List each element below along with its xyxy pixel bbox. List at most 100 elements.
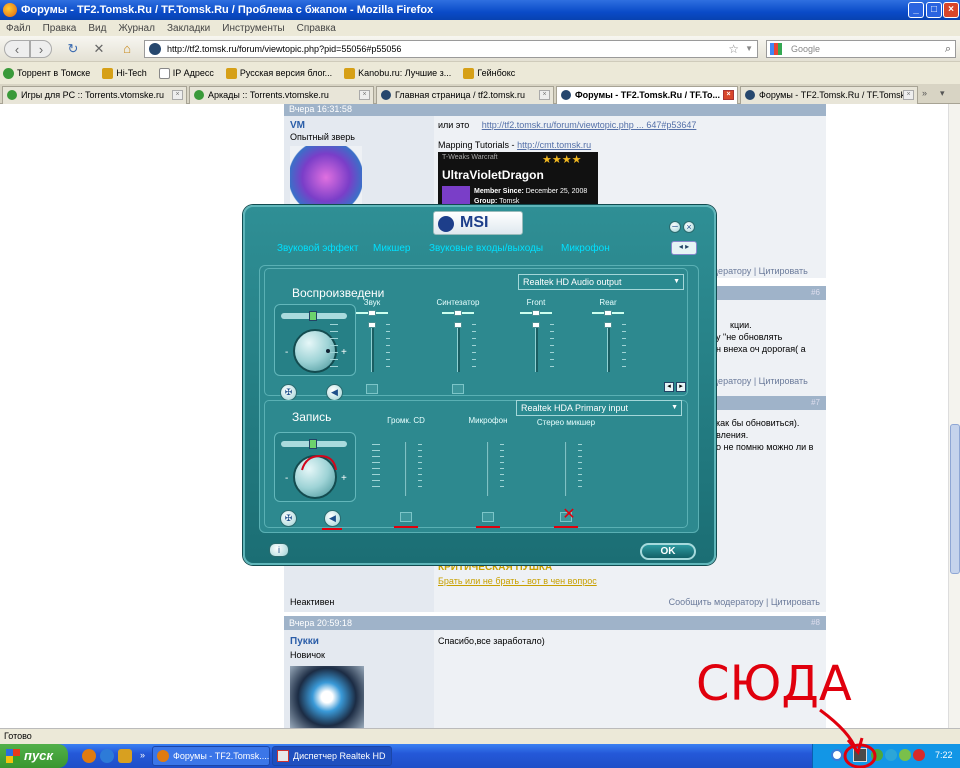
- signature-link[interactable]: Брать или не брать - вот в чен вопрос: [438, 576, 597, 586]
- taskbar-item-realtek[interactable]: Диспетчер Realtek HD: [272, 746, 392, 766]
- channel-volume-thumb[interactable]: [454, 322, 462, 328]
- forward-icon[interactable]: ›: [30, 40, 52, 58]
- tab-microphone[interactable]: Микрофон: [561, 243, 610, 254]
- menu-edit[interactable]: Правка: [43, 23, 77, 34]
- post-link[interactable]: http://tf2.tomsk.ru/forum/viewtopic.php …: [482, 120, 697, 130]
- channel-balance-thumb[interactable]: [368, 310, 376, 316]
- tab-close-icon[interactable]: ×: [539, 90, 550, 100]
- channel-prev-icon[interactable]: ◂: [664, 382, 674, 392]
- crossed-mute-icon[interactable]: ✕: [560, 506, 578, 524]
- tab-item[interactable]: Главная страница / tf2.tomsk.ru ×: [376, 86, 554, 104]
- bookmark-star-icon[interactable]: ☆: [728, 41, 739, 57]
- close-button[interactable]: ×: [943, 2, 959, 18]
- tab-mixer[interactable]: Микшер: [373, 243, 410, 254]
- close-icon[interactable]: ×: [683, 221, 695, 233]
- tab-close-icon[interactable]: ×: [903, 90, 914, 100]
- app-quicklaunch-icon[interactable]: [118, 749, 132, 763]
- firefox-quicklaunch-icon[interactable]: [82, 749, 96, 763]
- info-icon[interactable]: i: [269, 543, 289, 557]
- volume-minus-icon[interactable]: -: [285, 473, 288, 484]
- volume-minus-icon[interactable]: -: [285, 347, 288, 358]
- channel-volume-thumb[interactable]: [532, 322, 540, 328]
- url-dropdown-icon[interactable]: ▼: [745, 41, 753, 57]
- bookmark-item[interactable]: Русская версия блог...: [223, 67, 332, 79]
- tab-item[interactable]: Форумы - TF2.Tomsk.Ru / TF.Tomsk... ×: [740, 86, 918, 104]
- minimize-icon[interactable]: –: [669, 221, 681, 233]
- start-button[interactable]: пуск: [0, 744, 68, 768]
- stop-icon[interactable]: ✕: [90, 40, 108, 58]
- tray-app-icon[interactable]: [899, 749, 911, 761]
- channel-volume-track[interactable]: [371, 324, 374, 372]
- channel-volume-track[interactable]: [405, 442, 407, 496]
- channel-balance-thumb[interactable]: [604, 310, 612, 316]
- channel-volume-track[interactable]: [565, 442, 567, 496]
- tab-item[interactable]: Аркады :: Torrents.vtomske.ru ×: [189, 86, 374, 104]
- balance-thumb[interactable]: [309, 311, 317, 321]
- playback-mute-icon[interactable]: ◀: [326, 384, 343, 401]
- menu-help[interactable]: Справка: [297, 23, 336, 34]
- playback-device-select[interactable]: Realtek HD Audio output: [518, 274, 684, 290]
- channel-mute-icon[interactable]: [366, 384, 378, 394]
- tab-scroll-icon[interactable]: ◂ ▸: [671, 241, 697, 255]
- mixer-settings-icon[interactable]: ✠: [280, 510, 297, 527]
- bookmark-item[interactable]: Гейнбокс: [460, 67, 515, 79]
- tab-item-active[interactable]: Форумы - TF2.Tomsk.Ru / TF.To... ×: [556, 86, 738, 105]
- browser-quicklaunch-icon[interactable]: [100, 749, 114, 763]
- report-link[interactable]: Сообщить модератору: [669, 597, 764, 607]
- channel-mute-icon[interactable]: [400, 512, 412, 522]
- bookmark-item[interactable]: Торрент в Томске: [0, 67, 90, 79]
- channel-volume-track[interactable]: [607, 324, 610, 372]
- minimize-button[interactable]: _: [908, 2, 924, 18]
- tab-list-icon[interactable]: ▾: [940, 88, 945, 99]
- menu-history[interactable]: Журнал: [118, 23, 155, 34]
- maximize-button[interactable]: □: [926, 2, 942, 18]
- home-icon[interactable]: ⌂: [118, 40, 136, 58]
- taskbar-item-firefox[interactable]: Форумы - TF2.Tomsk....: [152, 746, 270, 766]
- channel-next-icon[interactable]: ▸: [676, 382, 686, 392]
- channel-mute-icon[interactable]: [482, 512, 494, 522]
- quote-link[interactable]: Цитировать: [771, 597, 820, 607]
- bookmark-item[interactable]: Hi-Tech: [99, 67, 147, 79]
- channel-volume-thumb[interactable]: [604, 322, 612, 328]
- quote-link[interactable]: Цитировать: [759, 376, 808, 386]
- search-input[interactable]: Google ⌕: [766, 40, 956, 58]
- tab-sound-effect[interactable]: Звуковой эффект: [277, 243, 359, 254]
- record-mute-icon[interactable]: ◀: [324, 510, 341, 527]
- channel-volume-track[interactable]: [535, 324, 538, 372]
- quote-link[interactable]: Цитировать: [759, 266, 808, 276]
- signature-link[interactable]: http://cmt.tomsk.ru: [517, 140, 591, 150]
- balance-thumb[interactable]: [309, 439, 317, 449]
- menu-file[interactable]: Файл: [6, 23, 31, 34]
- ok-button[interactable]: OK: [640, 543, 696, 560]
- bookmark-item[interactable]: Kanobu.ru: Лучшие з...: [341, 67, 451, 79]
- search-icon[interactable]: ⌕: [945, 41, 951, 57]
- tray-app-icon[interactable]: [913, 749, 925, 761]
- bookmark-item[interactable]: IP Адресс: [156, 67, 214, 79]
- post-author[interactable]: Пукки: [290, 636, 319, 647]
- tray-app-icon[interactable]: [885, 749, 897, 761]
- tab-scroll-icon[interactable]: »: [922, 88, 927, 98]
- mixer-settings-icon[interactable]: ✠: [280, 384, 297, 401]
- channel-volume-thumb[interactable]: [368, 322, 376, 328]
- tab-close-icon[interactable]: ×: [723, 90, 734, 100]
- post-author[interactable]: VM: [290, 120, 305, 131]
- volume-plus-icon[interactable]: +: [341, 347, 347, 358]
- channel-balance-thumb[interactable]: [454, 310, 462, 316]
- tab-item[interactable]: Игры для PC :: Torrents.vtomske.ru ×: [2, 86, 187, 104]
- tab-audio-io[interactable]: Звуковые входы/выходы: [429, 243, 543, 254]
- channel-volume-track[interactable]: [457, 324, 460, 372]
- channel-mute-icon[interactable]: [452, 384, 464, 394]
- back-icon[interactable]: ‹: [4, 40, 30, 58]
- menu-tools[interactable]: Инструменты: [222, 23, 284, 34]
- quicklaunch-more-icon[interactable]: »: [140, 750, 145, 760]
- tab-close-icon[interactable]: ×: [172, 90, 183, 100]
- channel-volume-track[interactable]: [487, 442, 489, 496]
- tab-close-icon[interactable]: ×: [359, 90, 370, 100]
- reload-icon[interactable]: ↻: [64, 40, 82, 58]
- vertical-scrollbar[interactable]: [948, 104, 960, 728]
- menu-bookmarks[interactable]: Закладки: [167, 23, 210, 34]
- scrollbar-thumb[interactable]: [950, 424, 960, 574]
- url-input[interactable]: http://tf2.tomsk.ru/forum/viewtopic.php?…: [144, 40, 758, 58]
- menu-view[interactable]: Вид: [88, 23, 106, 34]
- channel-balance-thumb[interactable]: [532, 310, 540, 316]
